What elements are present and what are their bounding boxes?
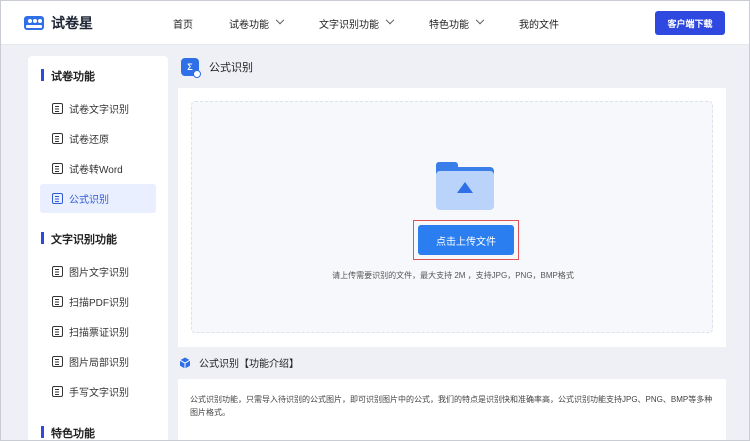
sidebar-section-title: 文字识别功能 <box>41 231 117 247</box>
sidebar-item-label: 手写文字识别 <box>69 388 129 399</box>
restore-icon <box>52 133 63 144</box>
logo[interactable]: 试卷星 <box>23 13 93 33</box>
upload-file-button[interactable]: 点击上传文件 <box>418 225 514 255</box>
main-nav: 首页 试卷功能 文字识别功能 特色功能 我的文件 <box>173 1 559 45</box>
nav-item-label: 试卷功能 <box>229 19 269 31</box>
chevron-down-icon <box>275 15 285 25</box>
sidebar-item-label: 图片文字识别 <box>69 268 129 279</box>
sidebar-item-scan-pdf-ocr[interactable]: 扫描PDF识别 <box>40 287 156 316</box>
brand-name: 试卷星 <box>51 15 93 31</box>
crop-icon <box>52 356 63 367</box>
sidebar-item-exam-restore[interactable]: 试卷还原 <box>40 124 156 153</box>
sidebar-item-label: 扫描票证识别 <box>69 328 129 339</box>
page-header: Σ 公式识别 <box>181 58 253 78</box>
pdf-icon <box>52 296 63 307</box>
top-navbar: 试卷星 首页 试卷功能 文字识别功能 特色功能 我的文件 客户端下载 <box>1 1 749 45</box>
app-frame: 试卷星 首页 试卷功能 文字识别功能 特色功能 我的文件 客户端下载 试卷功能 … <box>0 0 750 441</box>
nav-item-my-files[interactable]: 我的文件 <box>519 16 559 31</box>
cube-icon <box>179 357 191 368</box>
sidebar-item-exam-text-ocr[interactable]: 试卷文字识别 <box>40 94 156 123</box>
sidebar-item-label: 公式识别 <box>69 195 109 206</box>
sidebar-item-label: 图片局部识别 <box>69 358 129 369</box>
ticket-icon <box>52 326 63 337</box>
chevron-down-icon <box>385 15 395 25</box>
sidebar-item-scan-ticket-ocr[interactable]: 扫描票证识别 <box>40 317 156 346</box>
nav-item-label: 特色功能 <box>429 19 469 31</box>
intro-title: 公式识别【功能介绍】 <box>199 359 299 370</box>
logo-mark-icon <box>24 16 44 30</box>
nav-item-label: 文字识别功能 <box>319 19 379 31</box>
folder-upload-icon <box>436 162 494 210</box>
nav-item-exam-features[interactable]: 试卷功能 <box>229 15 285 31</box>
upload-panel: 点击上传文件 请上传需要识别的文件，最大支持 2M ，支持JPG，PNG，BMP… <box>178 88 726 347</box>
sidebar-item-image-partial-ocr[interactable]: 图片局部识别 <box>40 347 156 376</box>
nav-item-ocr-features[interactable]: 文字识别功能 <box>319 15 395 31</box>
formula-icon: Σ <box>181 58 201 78</box>
sidebar: 试卷功能 试卷文字识别 试卷还原 试卷转Word 公式识别 文字识别功能 图片文… <box>28 56 168 440</box>
chevron-down-icon <box>475 15 485 25</box>
nav-item-label: 首页 <box>173 19 193 31</box>
sidebar-item-exam-to-word[interactable]: 试卷转Word <box>40 154 156 183</box>
intro-text: 公式识别功能，只需导入待识别的公式图片，即可识别图片中的公式，我们的特点是识别快… <box>178 379 726 440</box>
formula-icon <box>52 193 63 204</box>
nav-item-label: 我的文件 <box>519 19 559 31</box>
sidebar-item-label: 扫描PDF识别 <box>69 298 129 309</box>
upload-dropzone[interactable]: 点击上传文件 请上传需要识别的文件，最大支持 2M ，支持JPG，PNG，BMP… <box>191 101 713 333</box>
nav-item-home[interactable]: 首页 <box>173 16 193 31</box>
sidebar-section-title: 试卷功能 <box>41 68 95 84</box>
sidebar-item-handwriting-ocr[interactable]: 手写文字识别 <box>40 377 156 406</box>
page-title: 公式识别 <box>209 62 253 74</box>
image-icon <box>52 266 63 277</box>
sidebar-item-label: 试卷文字识别 <box>69 105 129 116</box>
sidebar-item-label: 试卷转Word <box>69 165 123 176</box>
nav-item-special-features[interactable]: 特色功能 <box>429 15 485 31</box>
handwriting-icon <box>52 386 63 397</box>
word-icon <box>52 163 63 174</box>
sidebar-section-title: 特色功能 <box>41 425 95 440</box>
sidebar-item-label: 试卷还原 <box>69 135 109 146</box>
upload-hint: 请上传需要识别的文件，最大支持 2M ，支持JPG，PNG，BMP格式 <box>332 271 574 280</box>
client-download-button[interactable]: 客户端下载 <box>655 11 725 35</box>
intro-header: 公式识别【功能介绍】 <box>179 355 299 370</box>
document-icon <box>52 103 63 114</box>
sidebar-item-image-text-ocr[interactable]: 图片文字识别 <box>40 257 156 286</box>
sidebar-item-formula-ocr[interactable]: 公式识别 <box>40 184 156 213</box>
